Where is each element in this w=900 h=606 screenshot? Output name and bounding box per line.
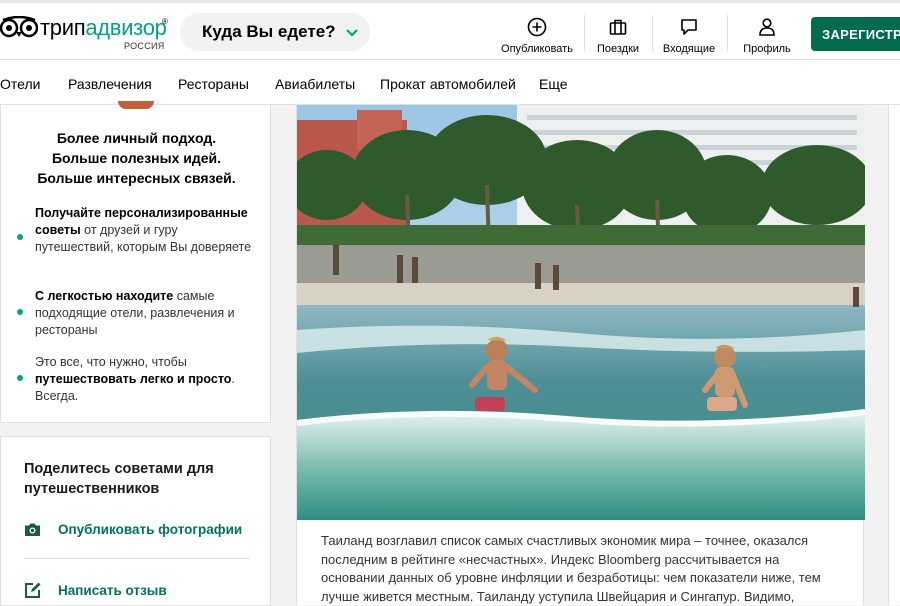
promo-title-line: Больше полезных идей. xyxy=(51,150,222,166)
nav-inbox[interactable]: Входящие xyxy=(660,13,718,55)
category-more[interactable]: Еще xyxy=(539,76,568,92)
publish-photos-label: Опубликовать фотографии xyxy=(58,522,243,537)
destination-search-button[interactable]: Куда Вы едете? xyxy=(180,13,370,51)
owl-logo-icon xyxy=(0,16,38,38)
category-hotels[interactable]: Отели xyxy=(0,76,40,92)
bullet-dot xyxy=(17,309,23,315)
logo-wordmark: трипадвизор xyxy=(40,15,167,41)
promo-title-line: Более личный подход. xyxy=(56,130,217,146)
tripadvisor-logo[interactable]: трипадвизор ® РОССИЯ xyxy=(0,13,170,53)
benefit-item: Получайте персонализированные советы от … xyxy=(35,205,257,256)
destination-search-label: Куда Вы едете? xyxy=(202,22,336,41)
chevron-down-icon xyxy=(345,29,358,37)
promo-title-line: Больше интересных связей. xyxy=(37,170,236,186)
camera-icon xyxy=(25,523,40,536)
share-divider xyxy=(24,558,250,559)
nav-profile-label: Профиль xyxy=(743,43,791,55)
write-review-label: Написать отзыв xyxy=(58,583,167,598)
top-header: трипадвизор ® РОССИЯ Куда Вы едете? Опуб… xyxy=(0,0,900,60)
nav-publish[interactable]: Опубликовать xyxy=(500,13,574,55)
category-car-rental[interactable]: Прокат автомобилей xyxy=(380,76,516,92)
speech-bubble-icon xyxy=(681,19,697,35)
edit-icon xyxy=(25,582,41,598)
article-caption: Таиланд возглавил список самых счастливы… xyxy=(321,533,821,604)
share-card: Поделитесь советами для путешественников… xyxy=(0,436,271,606)
category-flights[interactable]: Авиабилеты xyxy=(275,76,355,92)
category-nav: Отели Развлечения Рестораны Авиабилеты П… xyxy=(0,60,900,105)
logo-country: РОССИЯ xyxy=(124,41,165,51)
nav-publish-label: Опубликовать xyxy=(501,43,573,55)
nav-trips-label: Поездки xyxy=(596,43,640,55)
nav-divider xyxy=(727,15,728,51)
publish-photos-link[interactable]: Опубликовать фотографии xyxy=(24,521,242,538)
nav-inbox-label: Входящие xyxy=(662,43,716,55)
promo-title: Более личный подход. Больше полезных иде… xyxy=(1,128,272,188)
benefit-pre: Это все, что нужно, чтобы xyxy=(35,355,187,369)
benefit-bold: путешествовать легко и просто xyxy=(35,372,232,386)
logo-registered-mark: ® xyxy=(162,17,168,26)
category-things-to-do[interactable]: Развлечения xyxy=(68,76,152,92)
logo-prefix: трип xyxy=(40,15,86,40)
category-restaurants[interactable]: Рестораны xyxy=(178,76,249,92)
nav-profile[interactable]: Профиль xyxy=(740,13,794,55)
plus-circle-icon xyxy=(527,17,547,37)
register-button[interactable]: ЗАРЕГИСТР xyxy=(811,17,900,51)
write-review-link[interactable]: Написать отзыв xyxy=(24,582,167,599)
benefit-item: С легкостью находите самые подходящие от… xyxy=(35,288,257,339)
share-title: Поделитесь советами для путешественников xyxy=(24,461,214,497)
logo-suffix: адвизор xyxy=(85,15,167,40)
right-column-card xyxy=(888,105,900,605)
benefit-item: Это все, что нужно, чтобы путешествовать… xyxy=(35,354,257,405)
beach-photo xyxy=(297,105,865,520)
promo-card: Более личный подход. Больше полезных иде… xyxy=(0,101,272,423)
benefit-bold: С легкостью находите xyxy=(35,289,174,303)
nav-divider xyxy=(584,15,585,51)
bullet-dot xyxy=(17,234,23,240)
nav-divider xyxy=(652,15,653,51)
article-card: Таиланд возглавил список самых счастливы… xyxy=(296,105,865,605)
avatar xyxy=(118,101,154,109)
suitcase-icon xyxy=(609,19,627,35)
bullet-dot xyxy=(17,375,23,381)
person-icon xyxy=(759,18,775,36)
nav-trips[interactable]: Поездки xyxy=(594,13,642,55)
article-photo[interactable] xyxy=(297,105,865,520)
